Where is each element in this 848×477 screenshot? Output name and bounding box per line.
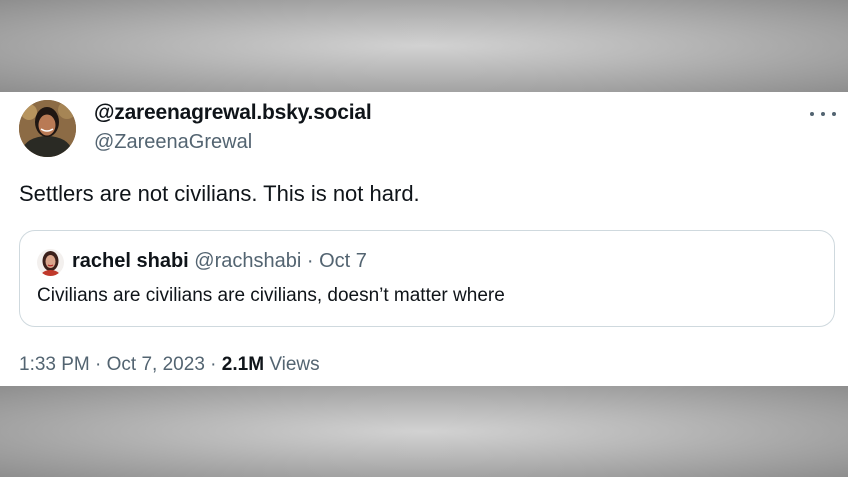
quoted-author-handle[interactable]: @rachshabi bbox=[194, 250, 301, 272]
background-band-top bbox=[0, 0, 848, 92]
author-handle[interactable]: @ZareenaGrewal bbox=[94, 131, 252, 154]
tweet-meta: 1:33 PM · Oct 7, 2023 · 2.1M Views bbox=[19, 354, 320, 376]
quoted-tweet-header: rachel shabi @rachshabi · Oct 7 bbox=[72, 250, 367, 273]
author-avatar[interactable] bbox=[19, 100, 76, 157]
tweet-text: Settlers are not civilians. This is not … bbox=[19, 181, 420, 206]
tweet-date[interactable]: Oct 7, 2023 bbox=[107, 354, 205, 375]
views-label: Views bbox=[269, 354, 320, 375]
quoted-separator: · bbox=[306, 250, 314, 272]
more-options-icon[interactable] bbox=[810, 108, 836, 120]
quoted-tweet-date[interactable]: Oct 7 bbox=[319, 250, 367, 272]
meta-separator-2: · bbox=[210, 354, 217, 375]
views-count: 2.1M bbox=[221, 354, 265, 375]
author-display-handle[interactable]: @zareenagrewal.bsky.social bbox=[94, 101, 372, 125]
quoted-tweet-text: Civilians are civilians are civilians, d… bbox=[37, 285, 505, 306]
quoted-author-name[interactable]: rachel shabi bbox=[72, 250, 189, 272]
tweet-time[interactable]: 1:33 PM bbox=[19, 354, 90, 375]
quoted-tweet[interactable] bbox=[19, 230, 835, 327]
quoted-author-avatar[interactable] bbox=[37, 249, 64, 276]
meta-separator: · bbox=[95, 354, 102, 375]
background-band-bottom bbox=[0, 386, 848, 477]
